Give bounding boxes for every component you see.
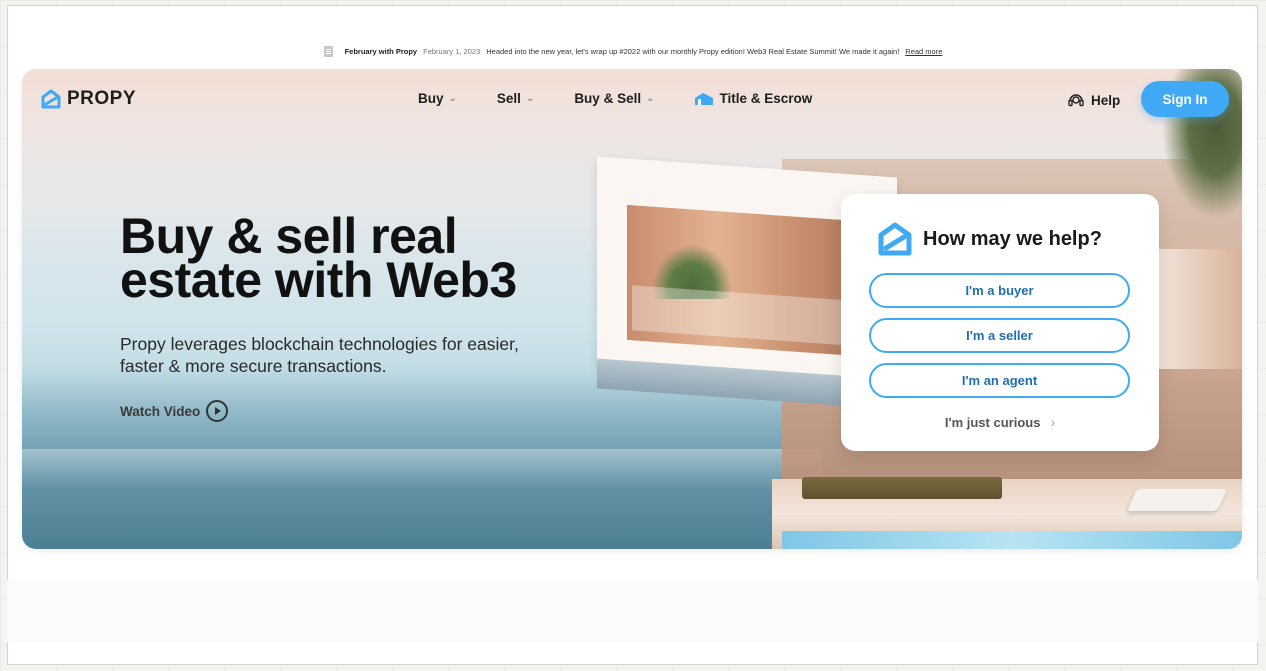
announcement-bar: February with Propy February 1, 2023 Hea… — [0, 43, 1266, 59]
hedge — [802, 477, 1002, 499]
title-escrow-icon — [695, 92, 714, 105]
hero-subtext: Propy leverages blockchain technologies … — [120, 334, 519, 376]
pool — [782, 531, 1242, 549]
just-curious-link[interactable]: I'm just curious › — [841, 414, 1159, 430]
read-more-link[interactable]: Read more — [905, 47, 942, 56]
announcement-title: February with Propy — [344, 46, 418, 56]
chevron-down-icon: ⌄ — [525, 93, 535, 104]
headset-icon — [1068, 94, 1084, 107]
nav-menu: Buy ⌄ Sell ⌄ Buy & Sell ⌄ Title & Escrow — [418, 91, 812, 106]
just-curious-label: I'm just curious — [944, 414, 1041, 430]
nav-buy[interactable]: Buy ⌄ — [418, 91, 457, 106]
propy-logo-icon — [878, 222, 912, 256]
footer-band — [7, 580, 1258, 642]
hero-headline: Buy & sell real estate with Web3 — [120, 208, 517, 308]
logo-text: PROPY — [67, 88, 137, 109]
watch-video-label: Watch Video — [120, 403, 201, 419]
play-icon — [206, 400, 229, 422]
chevron-down-icon: ⌄ — [646, 93, 655, 104]
help-card-header: How may we help? — [877, 222, 1102, 256]
announcement-text: Headed into the new year, let's wrap up … — [486, 46, 900, 56]
nav-sell[interactable]: Sell ⌄ — [497, 91, 534, 106]
sign-in-button[interactable]: Sign In — [1141, 81, 1229, 117]
chevron-right-icon: › — [1050, 414, 1056, 430]
nav-title-escrow-label: Title & Escrow — [719, 91, 813, 106]
lounge-chair — [1126, 489, 1228, 511]
nav-buy-sell-label: Buy & Sell — [574, 91, 642, 106]
nav-buy-label: Buy — [418, 91, 444, 106]
watch-video-button[interactable]: Watch Video — [120, 400, 229, 422]
propy-logo-icon — [41, 89, 61, 109]
help-link[interactable]: Help — [1067, 91, 1120, 109]
nav-title-escrow[interactable]: Title & Escrow — [694, 91, 812, 106]
im-a-buyer-button[interactable]: I'm a buyer — [869, 273, 1130, 308]
main-nav: PROPY Buy ⌄ Sell ⌄ Buy & Sell ⌄ Title & … — [22, 69, 1242, 131]
nav-buy-sell[interactable]: Buy & Sell ⌄ — [574, 91, 654, 106]
im-an-agent-button[interactable]: I'm an agent — [869, 363, 1130, 398]
document-icon — [323, 45, 333, 57]
help-card: How may we help? I'm a buyer I'm a selle… — [841, 194, 1159, 451]
help-label: Help — [1091, 92, 1121, 108]
propy-logo[interactable]: PROPY — [40, 88, 136, 110]
announcement-date: February 1, 2023 — [423, 46, 481, 56]
help-card-title: How may we help? — [923, 227, 1102, 250]
chevron-down-icon: ⌄ — [448, 93, 457, 104]
im-a-seller-button[interactable]: I'm a seller — [869, 318, 1130, 353]
nav-sell-label: Sell — [496, 91, 521, 106]
sea-horizon — [22, 449, 822, 489]
